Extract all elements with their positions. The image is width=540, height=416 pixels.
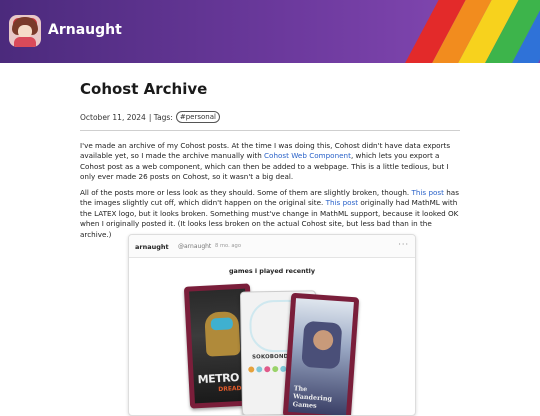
post-meta: October 11, 2024 | Tags: #personal [80,111,220,123]
post-title: Cohost Archive [80,80,208,98]
rainbow-stripes [390,0,540,63]
wandering-art: The Wandering Games [288,298,354,415]
tag-personal[interactable]: #personal [175,111,220,123]
more-menu-icon[interactable]: ··· [398,240,409,249]
sokobond-dot [272,366,279,373]
site-header: Arnaught [0,0,540,63]
paragraph-broken-text-1: All of the posts more or less look as th… [80,188,412,197]
metroid-visor [210,317,234,331]
site-avatar[interactable] [9,15,41,47]
avatar-body [14,37,36,47]
this-post-link-1[interactable]: This post [411,188,444,197]
cohost-web-component-link[interactable]: Cohost Web Component [264,151,351,160]
sokobond-title: SOKOBOND [252,353,289,361]
embed-username[interactable]: arnaught [135,243,169,251]
embed-post-heading: games i played recently [228,267,316,275]
sokobond-dot [264,366,271,373]
sokobond-dot [248,366,255,373]
cohost-embed: arnaught @arnaught 8 mo. ago ··· games i… [128,234,416,416]
metroid-logo: METRO [197,371,240,387]
site-title[interactable]: Arnaught [48,22,122,38]
wandering-logo: The Wandering Games [292,384,333,410]
metroid-logo-sub: DREAD [218,384,242,394]
divider [80,130,460,131]
sokobond-dot [256,366,263,373]
embed-header: arnaught @arnaught 8 mo. ago ··· [129,235,415,258]
embed-timestamp[interactable]: 8 mo. ago [215,243,241,249]
tags-label: | Tags: [148,112,173,122]
paragraph-intro: I've made an archive of my Cohost posts.… [80,141,462,183]
post-date: October 11, 2024 [80,112,146,122]
embed-handle[interactable]: @arnaught [178,243,211,250]
game-card-wandering[interactable]: The Wandering Games [282,292,360,415]
this-post-link-2[interactable]: This post [326,198,359,207]
paragraph-broken-posts: All of the posts more or less look as th… [80,188,462,240]
